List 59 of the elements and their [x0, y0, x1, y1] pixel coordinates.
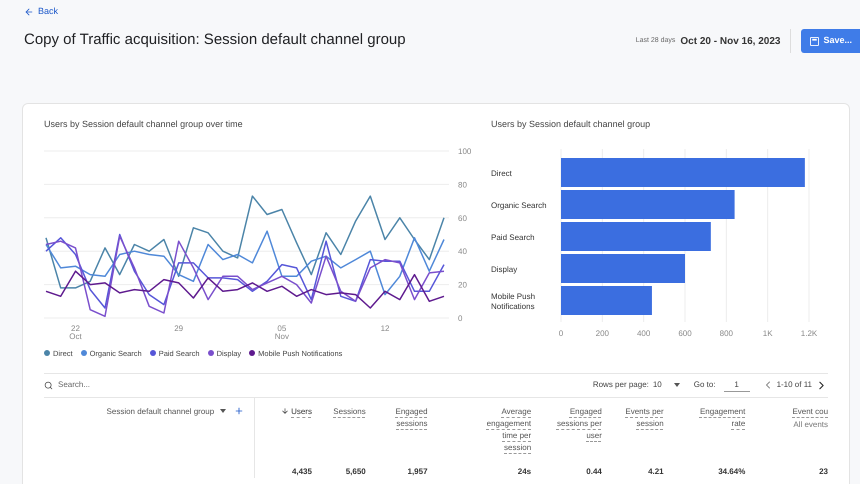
x-tick-label: 600: [678, 328, 692, 338]
category-label: Organic Search: [491, 200, 547, 210]
total-value: 0.44: [586, 466, 602, 478]
x-tick-label: 29: [174, 324, 184, 332]
search-field[interactable]: Search...: [58, 379, 178, 392]
category-label: Paid Search: [491, 232, 535, 242]
x-tick-label: 800: [720, 328, 734, 338]
rows-per-page-label: Rows per page:: [592, 379, 649, 392]
rows-per-page-dropdown[interactable]: 10: [652, 379, 680, 392]
column-header[interactable]: Events per session: [614, 406, 664, 430]
back-arrow-icon: [24, 6, 34, 17]
back-link[interactable]: Back: [24, 5, 58, 18]
total-value: 1,957: [408, 466, 428, 478]
total-value: 34.64%: [718, 466, 746, 478]
category-label: Direct: [491, 168, 512, 178]
category-label: Mobile Push Notifications: [491, 292, 536, 312]
search-icon: [44, 380, 53, 390]
y-tick-label: 100: [458, 146, 472, 156]
column-subheader: All events: [793, 418, 828, 431]
x-tick-label: 200: [596, 328, 610, 338]
sort-arrow-icon: [281, 406, 290, 415]
dimension-header[interactable]: Session default channel group: [106, 406, 214, 418]
column-header[interactable]: Users: [281, 406, 312, 418]
total-value: 4,435: [292, 466, 312, 478]
column-header[interactable]: Average engagement time per session: [481, 406, 532, 454]
caret-icon: [674, 383, 680, 388]
x-tick-label: 1.2K: [800, 328, 818, 338]
y-tick-label: 40: [458, 246, 467, 256]
add-dimension-icon[interactable]: [234, 406, 244, 416]
page-range: 1-10 of 11: [776, 379, 812, 392]
y-tick-label: 80: [458, 180, 467, 189]
go-to-field[interactable]: 1: [724, 378, 750, 392]
x-tick-label: 12: [380, 324, 390, 332]
x-tick-label: 1K: [762, 328, 773, 338]
caret-icon[interactable]: [220, 408, 226, 413]
chart-title: Users by Session default channel group over time: [44, 118, 244, 131]
x-tick-label: 22 Oct: [69, 324, 82, 340]
go-to-label: Go to:: [694, 379, 716, 392]
chart-title: Users by Session default channel group: [491, 118, 652, 131]
x-tick-label: 0: [558, 328, 564, 338]
y-tick-label: 20: [458, 280, 467, 290]
column-header[interactable]: Engaged sessions: [378, 406, 428, 430]
y-tick-label: 60: [458, 213, 467, 222]
total-value: 23: [819, 466, 828, 478]
x-tick-label: 05 Nov: [274, 324, 289, 340]
column-header[interactable]: Event cou: [792, 406, 828, 418]
total-value: 24s: [518, 466, 532, 478]
save-button[interactable]: Save...: [801, 29, 860, 53]
y-tick-label: 0: [458, 314, 462, 322]
column-header[interactable]: Engagement rate: [695, 406, 746, 430]
total-value: 5,650: [346, 466, 366, 478]
x-tick-label: 400: [636, 328, 650, 338]
column-header[interactable]: Engaged sessions per user: [552, 406, 602, 442]
total-value: 4.21: [648, 466, 664, 478]
page-title: Copy of Traffic acquisition: Session default channel group: [24, 30, 407, 50]
date-range: Oct 20 - Nov 16, 2023: [680, 34, 780, 48]
save-icon: [810, 36, 820, 46]
column-header[interactable]: Sessions: [333, 406, 366, 418]
category-label: Display: [491, 264, 518, 274]
